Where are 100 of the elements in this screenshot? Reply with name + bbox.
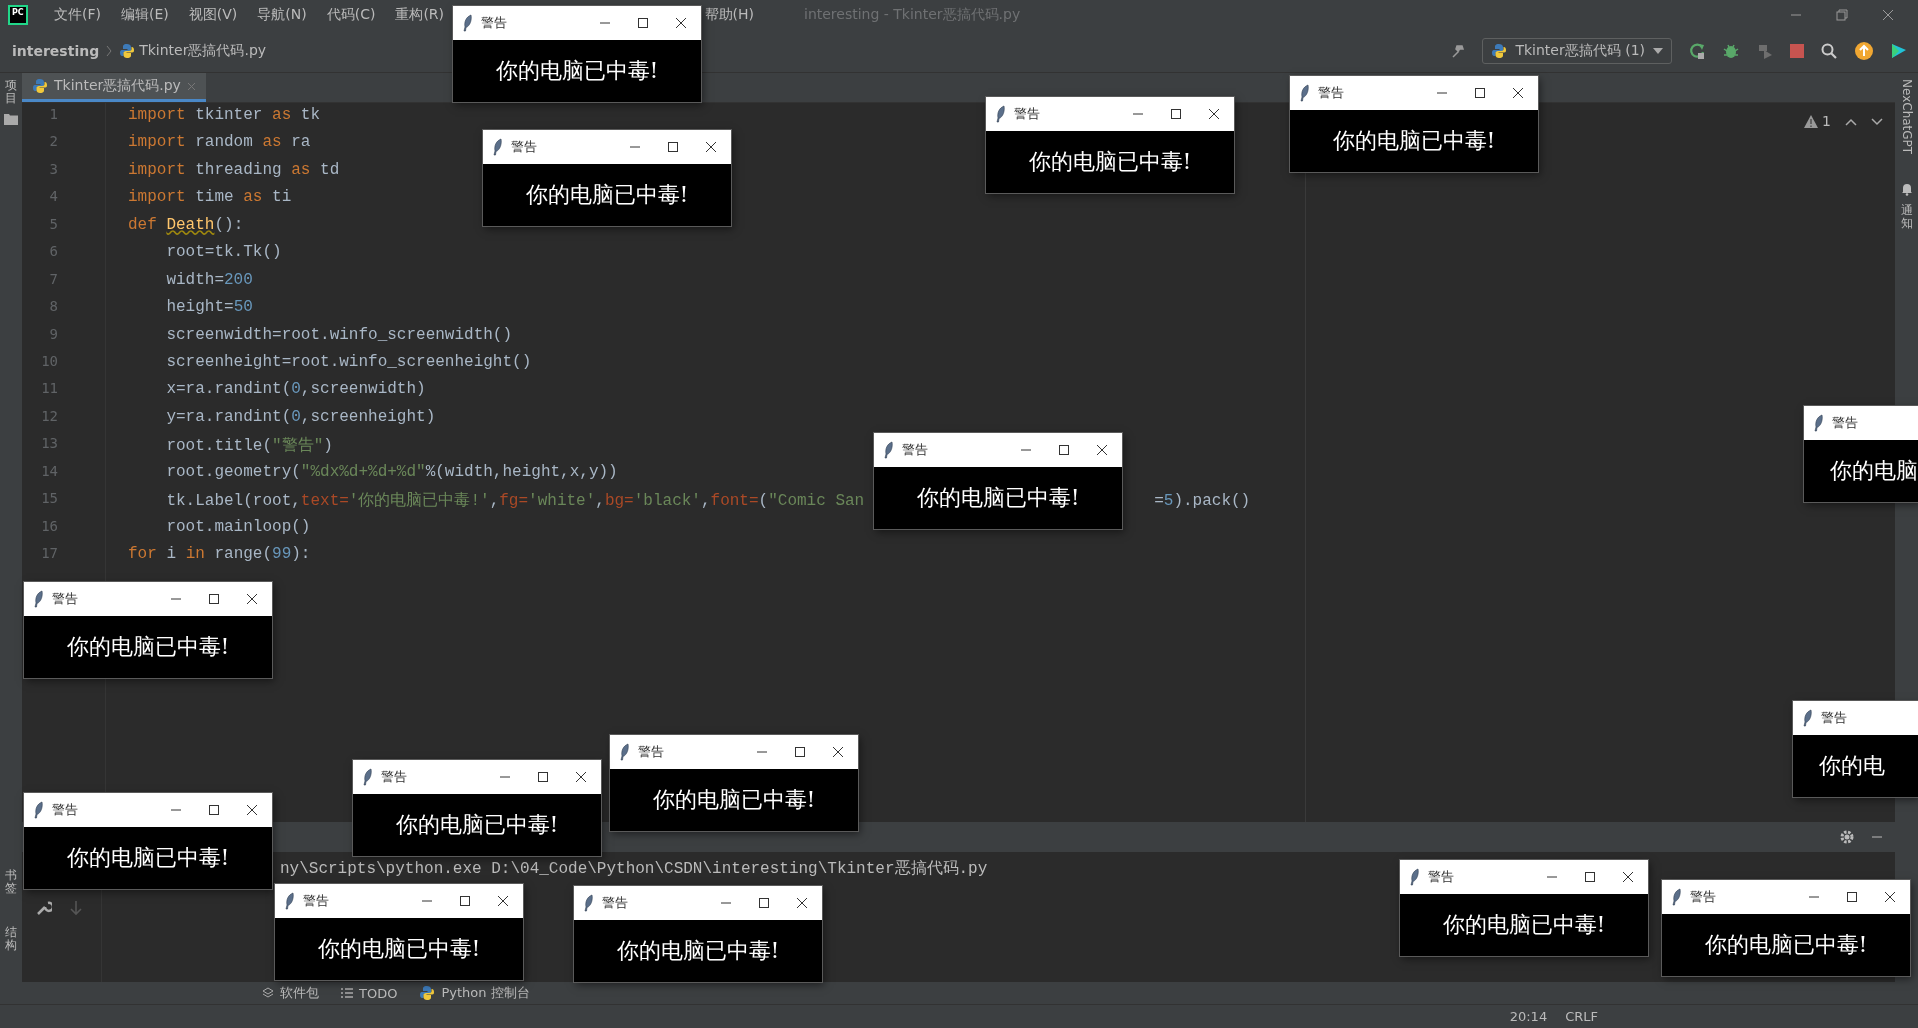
popup-title: 警告 <box>481 14 507 32</box>
wrench-icon[interactable] <box>36 900 52 916</box>
feather-icon <box>285 892 295 910</box>
code-line: import time as ti <box>127 188 292 209</box>
popup-message: 你的电脑已中毒! <box>1704 931 1868 959</box>
maximize-icon[interactable] <box>1058 444 1071 457</box>
menu-item[interactable]: 导航(N) <box>257 6 307 24</box>
menu-item[interactable]: 重构(R) <box>395 6 445 24</box>
menu-item[interactable]: 文件(F) <box>54 6 101 24</box>
popup-title: 警告 <box>1428 868 1454 886</box>
line-number: 1 <box>48 106 58 124</box>
code-line: import random as ra <box>127 133 311 154</box>
feather-icon <box>34 801 44 819</box>
tool-window-tab[interactable]: 软件包 <box>262 984 319 1002</box>
tool-window-tab[interactable]: Python 控制台 <box>419 984 530 1002</box>
maximize-icon[interactable] <box>208 804 220 816</box>
maximize-icon[interactable] <box>1584 871 1596 883</box>
maximize-icon[interactable] <box>667 141 679 153</box>
code-line: screenwidth=root.winfo_screenwidth() <box>165 325 513 346</box>
close-icon[interactable] <box>1096 444 1109 457</box>
line-number: 3 <box>48 160 58 179</box>
popup-message: 你的电脑已中毒! <box>916 484 1080 513</box>
restore-icon[interactable] <box>1836 9 1848 21</box>
line-number: 16 <box>40 517 58 536</box>
editor-tab[interactable]: Tkinter恶搞代码.py <box>22 73 206 102</box>
chevron-up-icon[interactable] <box>1845 118 1857 126</box>
tool-window-label[interactable]: 书签 <box>5 869 17 896</box>
line-number: 2 <box>48 133 58 152</box>
code-line: screenheight=root.winfo_screenheight() <box>165 352 532 373</box>
code-line: for i in range(99): <box>127 545 311 565</box>
breadcrumb-item[interactable]: interesting <box>12 43 100 59</box>
chevron-down-icon[interactable] <box>1871 118 1883 126</box>
bug-icon[interactable] <box>1722 42 1740 60</box>
popup-title: 警告 <box>1014 105 1040 123</box>
popup-message: 你的电脑已中毒! <box>495 57 659 85</box>
maximize-icon[interactable] <box>758 897 770 909</box>
popup-message: 你的电脑已中毒! <box>525 181 689 209</box>
feather-icon <box>1814 414 1824 432</box>
update-icon[interactable] <box>1854 41 1874 61</box>
menu-item[interactable]: 帮助(H) <box>704 6 754 24</box>
close-icon[interactable] <box>1622 871 1634 883</box>
maximize-icon[interactable] <box>637 17 649 29</box>
maximize-icon[interactable] <box>208 593 220 605</box>
menu-item[interactable]: 视图(V) <box>188 6 238 24</box>
close-icon[interactable] <box>575 771 587 783</box>
folder-icon[interactable] <box>4 113 18 126</box>
feather-icon <box>1672 888 1682 906</box>
close-icon[interactable] <box>1884 891 1896 903</box>
maximize-icon[interactable] <box>1846 891 1858 903</box>
popup-title: 警告 <box>381 768 407 786</box>
close-icon[interactable] <box>1208 108 1220 120</box>
menu-item[interactable]: 代码(C) <box>326 6 376 24</box>
maximize-icon[interactable] <box>537 771 549 783</box>
feather-icon <box>34 590 44 608</box>
plugin-icon[interactable] <box>1890 42 1908 60</box>
popup-title: 警告 <box>1832 414 1858 432</box>
hammer-icon[interactable] <box>1450 43 1467 59</box>
popup-message: 你的电脑已中毒! <box>616 937 780 965</box>
inspection-widget[interactable]: 1 <box>1804 113 1831 129</box>
tool-window-label[interactable]: 结构 <box>5 925 17 952</box>
close-icon[interactable] <box>675 17 687 29</box>
menu-item[interactable]: 编辑(E) <box>121 6 169 24</box>
notifications-tool-label[interactable]: 通知 <box>1900 204 1913 231</box>
project-tool-label[interactable]: 项目 <box>5 79 17 106</box>
line-number: 10 <box>40 352 58 371</box>
line-number: 6 <box>48 243 58 262</box>
rerun-icon[interactable] <box>1688 42 1706 60</box>
feather-icon <box>1803 709 1813 727</box>
feather-icon <box>363 768 373 786</box>
tool-window-tab[interactable]: TODO <box>341 985 398 1001</box>
popup-message: 你的电脑已中毒! <box>66 633 230 661</box>
maximize-icon[interactable] <box>1474 87 1486 99</box>
run-configuration-dropdown[interactable]: Tkinter恶搞代码 (1) <box>1482 38 1672 64</box>
maximize-icon[interactable] <box>794 746 806 758</box>
assistant-tool-label[interactable]: NexChatGPT <box>1899 79 1914 155</box>
feather-icon <box>463 14 473 32</box>
maximize-icon[interactable] <box>1170 108 1182 120</box>
code-line: width=200 <box>165 270 253 291</box>
code-text: =5).pack() <box>1154 492 1251 511</box>
popup-message: 你的电脑已中毒! <box>1332 127 1496 155</box>
caret-icon <box>1653 48 1663 54</box>
search-icon[interactable] <box>1820 42 1838 60</box>
popup-message: 你的电脑已中毒! <box>1442 911 1606 939</box>
editor-tab-label: Tkinter恶搞代码.py <box>54 77 181 95</box>
close-icon[interactable] <box>246 804 258 816</box>
status-bar-item[interactable]: 20:14 <box>1509 1009 1548 1024</box>
popup-title: 警告 <box>902 442 929 460</box>
close-icon[interactable] <box>497 895 509 907</box>
maximize-icon[interactable] <box>459 895 471 907</box>
close-icon[interactable] <box>796 897 808 909</box>
close-icon[interactable] <box>1512 87 1524 99</box>
status-bar-item[interactable]: CRLF <box>1565 1009 1598 1024</box>
close-icon[interactable] <box>705 141 717 153</box>
close-icon[interactable] <box>246 593 258 605</box>
close-icon[interactable] <box>832 746 844 758</box>
breadcrumb-item[interactable]: Tkinter恶搞代码.py <box>139 42 267 60</box>
settings-icon[interactable] <box>1839 829 1855 845</box>
code-line: y=ra.randint(0,screenheight) <box>165 407 436 428</box>
popup-title: 警告 <box>52 801 78 819</box>
popup-message: 你的电 <box>1819 752 1885 780</box>
